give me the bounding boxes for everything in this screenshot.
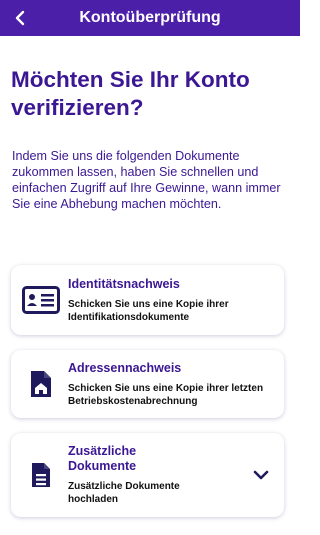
home-document-icon	[21, 369, 61, 399]
card-title: Adressennachweis	[68, 360, 182, 375]
id-card-icon	[21, 286, 61, 314]
intro-text: Indem Sie uns die folgenden Dokumente zu…	[12, 149, 281, 211]
card-title: Identitätsnachweis	[68, 276, 180, 291]
header-title: Kontoüberprüfung	[79, 9, 221, 26]
app-header: Kontoüberprüfung	[0, 0, 300, 36]
chevron-left-icon	[15, 10, 25, 26]
card-description: Schicken Sie uns eine Kopie ihrer Identi…	[68, 298, 229, 323]
page-title: Möchten Sie Ihr Konto verifizieren?	[11, 67, 250, 120]
additional-documents-card[interactable]: Zusätzliche Dokumente Zusätzliche Dokume…	[11, 433, 284, 517]
chevron-down-icon[interactable]	[252, 469, 270, 481]
address-proof-card[interactable]: Adressennachweis Schicken Sie uns eine K…	[11, 350, 284, 418]
card-description: Schicken Sie uns eine Kopie ihrer letzte…	[68, 382, 264, 407]
document-icon	[21, 461, 61, 489]
card-title: Zusätzliche Dokumente	[68, 444, 137, 473]
identity-proof-card[interactable]: Identitätsnachweis Schicken Sie uns eine…	[11, 265, 284, 335]
back-button[interactable]	[8, 6, 32, 30]
card-description: Zusätzliche Dokumente hochladen	[68, 481, 180, 505]
